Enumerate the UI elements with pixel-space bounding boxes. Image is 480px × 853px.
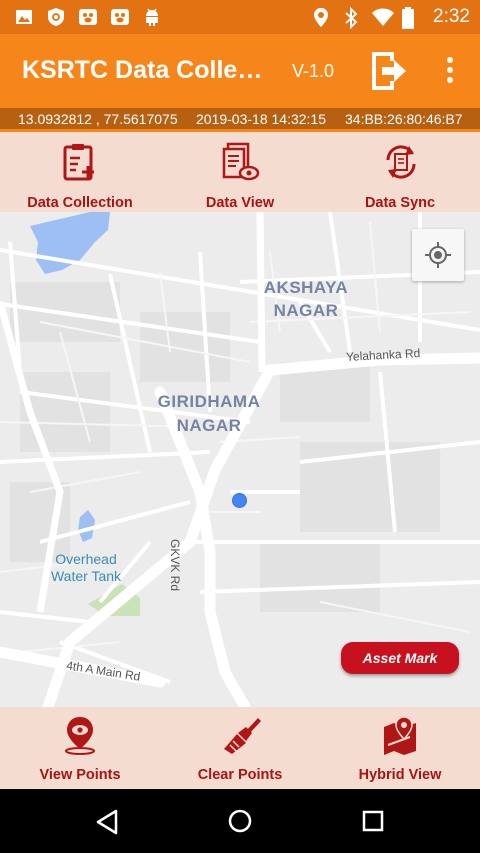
data-view-button[interactable]: Data View: [160, 132, 320, 212]
current-location-dot: [232, 493, 247, 508]
android-icon: [142, 7, 162, 27]
map-label-water-tank: Water Tank: [50, 568, 122, 584]
device-id: 34:BB:26:80:46:B7: [345, 111, 463, 127]
map-fold-pin-icon: [384, 716, 416, 755]
app-version: V-1.0: [292, 61, 335, 81]
image-icon: [14, 7, 34, 27]
app-title: KSRTC Data Collec…: [22, 56, 274, 84]
app-bar: KSRTC Data Collec… V-1.0: [0, 34, 480, 108]
nav-label: Data Sync: [364, 195, 436, 211]
asset-mark-button[interactable]: Asset Mark: [341, 642, 459, 674]
map-label-giridhama-nagar: NAGAR: [176, 416, 242, 435]
system-nav-bar: [0, 789, 480, 853]
nav-label: Hybrid View: [358, 767, 442, 783]
crosshair-icon: [425, 242, 451, 268]
map-base: [0, 212, 480, 707]
top-nav: Data Collection Data View Data Sync: [0, 132, 480, 212]
status-bar: 2:32: [0, 0, 480, 34]
info-strip: 13.0932812 , 77.5617075 2019-03-18 14:32…: [0, 108, 480, 130]
map-pin-eye-icon: [65, 717, 95, 755]
nav-label: Data Collection: [27, 195, 133, 211]
home-icon[interactable]: [227, 808, 253, 834]
clipboard-add-icon: [63, 144, 94, 181]
timestamp: 2019-03-18 14:32:15: [196, 111, 326, 127]
map-label-overhead: Overhead: [55, 551, 117, 567]
logout-icon: [372, 52, 406, 90]
road-label-gkvk: GKVK Rd: [168, 538, 183, 592]
view-points-button[interactable]: View Points: [0, 707, 160, 789]
bluetooth-icon: [341, 6, 361, 30]
clock: 2:32: [433, 6, 470, 27]
shield-icon: [46, 7, 66, 27]
nav-label: Data View: [205, 195, 275, 211]
clear-points-button[interactable]: Clear Points: [160, 707, 320, 789]
wifi-icon: [371, 7, 395, 27]
nav-label: View Points: [39, 767, 121, 783]
data-collection-button[interactable]: Data Collection: [0, 132, 160, 212]
recents-icon[interactable]: [361, 809, 385, 833]
logout-button[interactable]: [368, 49, 410, 93]
overflow-menu-button[interactable]: [438, 54, 462, 88]
bottom-nav: View Points Clear Points Hybrid View: [0, 707, 480, 789]
location-icon: [311, 7, 331, 27]
sync-icon: [386, 145, 416, 179]
data-sync-button[interactable]: Data Sync: [320, 132, 480, 212]
map-label-akshaya: AKSHAYA: [263, 278, 349, 297]
brush-icon: [224, 718, 261, 754]
document-eye-icon: [222, 142, 260, 181]
map-label-giridhama: GIRIDHAMA: [157, 392, 261, 411]
battery-icon: [401, 7, 421, 29]
back-icon[interactable]: [94, 808, 120, 836]
map-view[interactable]: AKSHAYA NAGAR GIRIDHAMA NAGAR Yelahanka …: [0, 212, 480, 707]
paw-app-icon: [110, 7, 130, 27]
gps-coordinates: 13.0932812 , 77.5617075: [18, 111, 178, 127]
nav-label: Clear Points: [197, 767, 283, 783]
paw-app-icon: [78, 7, 98, 27]
my-location-button[interactable]: [412, 229, 464, 281]
hybrid-view-button[interactable]: Hybrid View: [320, 707, 480, 789]
more-vert-icon: [447, 57, 453, 83]
map-label-akshaya-nagar: NAGAR: [273, 301, 339, 320]
